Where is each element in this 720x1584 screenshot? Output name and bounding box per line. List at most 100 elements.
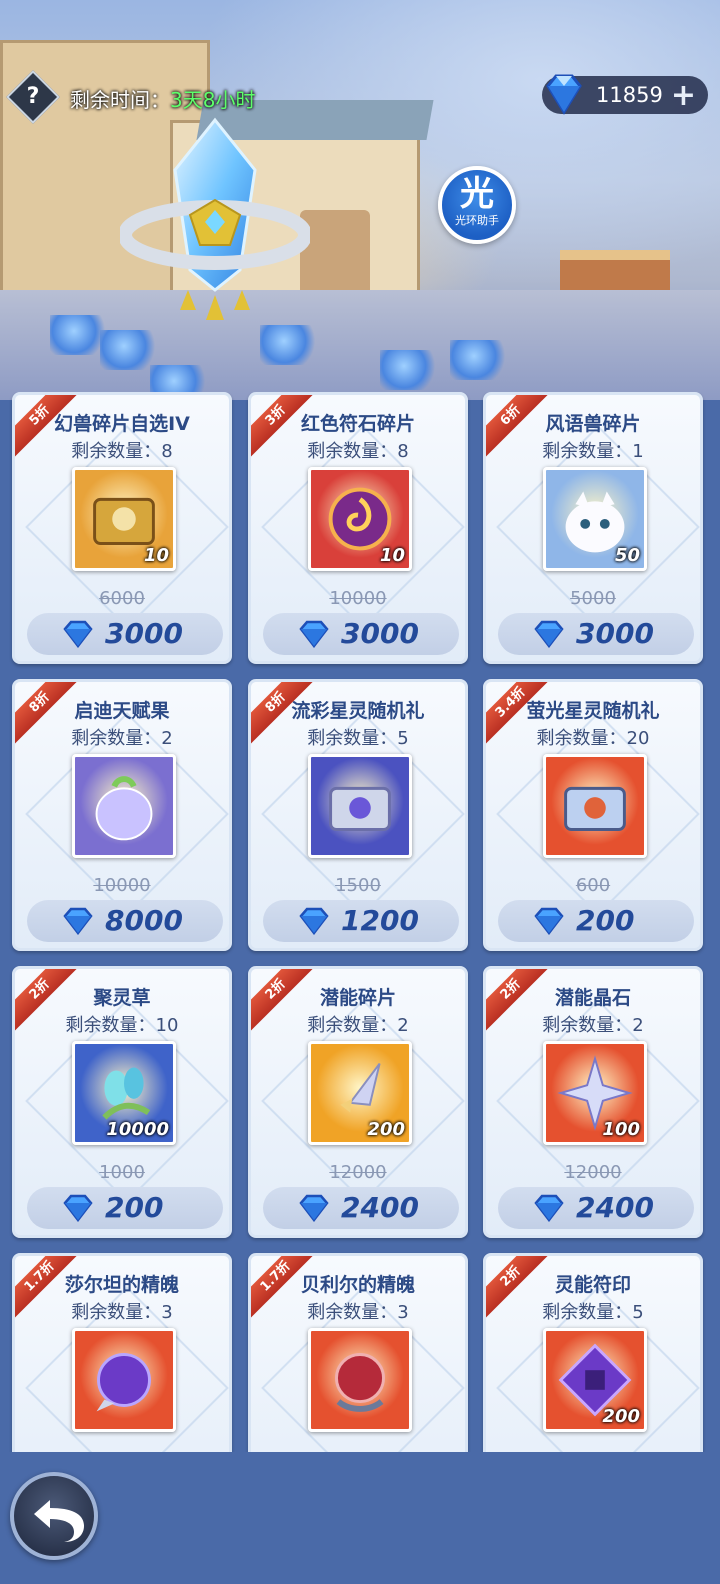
shop-item-card[interactable]: 1.7折 莎尔坦的精魄 剩余数量：3 xyxy=(12,1253,232,1452)
original-price: 12000 xyxy=(564,1162,622,1183)
silver-chest-icon[interactable] xyxy=(308,754,412,858)
diamond-icon xyxy=(299,620,329,648)
discount-price: 3000 xyxy=(105,617,183,650)
original-price: 6000 xyxy=(99,588,145,609)
shop-item-card[interactable]: 1.7折 贝利尔的精魄 剩余数量：3 xyxy=(248,1253,468,1452)
diamond-icon xyxy=(534,620,564,648)
shop-item-card[interactable]: 8折 流彩星灵随机礼 剩余数量：5 1500 1200 xyxy=(248,679,468,951)
item-quantity: 200 xyxy=(602,1406,640,1427)
gem-pile-icon xyxy=(260,325,320,365)
event-banner xyxy=(0,0,720,400)
remaining-quantity: 剩余数量：5 xyxy=(307,728,409,749)
shop-item-card[interactable]: 2折 潜能晶石 剩余数量：2 100 12000 2400 xyxy=(483,966,703,1238)
diamond-icon xyxy=(299,1194,329,1222)
gem-pile-icon xyxy=(380,350,440,390)
remaining-quantity: 剩余数量：8 xyxy=(71,441,173,462)
back-button[interactable] xyxy=(10,1472,98,1560)
purple-orb-icon xyxy=(96,1353,151,1412)
helper-glyph: 光 xyxy=(460,174,494,214)
remaining-quantity: 剩余数量：2 xyxy=(542,1015,644,1036)
buy-button[interactable]: 8000 xyxy=(27,900,223,942)
remaining-quantity: 剩余数量：3 xyxy=(71,1302,173,1323)
background-door xyxy=(300,210,370,300)
crystal-fruit-icon[interactable] xyxy=(72,754,176,858)
item-quantity: 10 xyxy=(379,545,405,566)
shop-item-grid: 5折 幻兽碎片自选IV 剩余数量：8 10 6000 3000 3折 红色符石碎片 剩余数量：8… xyxy=(0,392,720,1452)
item-quantity: 100 xyxy=(602,1119,640,1140)
diamond-icon xyxy=(299,907,329,935)
item-quantity: 50 xyxy=(614,545,640,566)
original-price: 10000 xyxy=(329,588,387,609)
shop-item-card[interactable]: 2折 灵能符印 剩余数量：5 200 xyxy=(483,1253,703,1452)
original-price: 600 xyxy=(575,875,611,896)
buy-button[interactable]: 3000 xyxy=(498,613,694,655)
discount-price: 2400 xyxy=(341,1191,419,1224)
shop-item-card[interactable]: 6折 风语兽碎片 剩余数量：1 50 5000 3000 xyxy=(483,392,703,664)
shop-item-card[interactable]: 3.4折 萤光星灵随机礼 剩余数量：20 600 200 xyxy=(483,679,703,951)
shop-item-card[interactable]: 2折 聚灵草 剩余数量：10 10000 1000 200 xyxy=(12,966,232,1238)
original-price: 1000 xyxy=(99,1162,145,1183)
remaining-quantity: 剩余数量：8 xyxy=(307,441,409,462)
remaining-quantity: 剩余数量：2 xyxy=(307,1015,409,1036)
silver-chest-icon xyxy=(329,786,391,831)
herb-icon[interactable]: 10000 xyxy=(72,1041,176,1145)
item-quantity: 10000 xyxy=(106,1119,169,1140)
discount-price: 8000 xyxy=(105,904,183,937)
red-orb-icon xyxy=(335,1353,385,1412)
crystal-crown-icon xyxy=(120,117,310,320)
shop-item-card[interactable]: 3折 红色符石碎片 剩余数量：8 10 10000 3000 xyxy=(248,392,468,664)
blue-chest-icon xyxy=(564,786,626,831)
shop-item-card[interactable]: 8折 启迪天赋果 剩余数量：2 10000 8000 xyxy=(12,679,232,951)
buy-button[interactable]: 3000 xyxy=(27,613,223,655)
remaining-quantity: 剩余数量：1 xyxy=(542,441,644,462)
original-price: 1500 xyxy=(335,875,381,896)
diamond-icon xyxy=(63,907,93,935)
white-cat-icon[interactable]: 50 xyxy=(543,467,647,571)
shop-item-card[interactable]: 5折 幻兽碎片自选IV 剩余数量：8 10 6000 3000 xyxy=(12,392,232,664)
shard-icon[interactable]: 200 xyxy=(308,1041,412,1145)
purple-seal-icon[interactable]: 200 xyxy=(543,1328,647,1432)
gem-pile-icon xyxy=(100,330,160,370)
discount-price: 200 xyxy=(576,904,635,937)
currency-amount: 11859 xyxy=(596,83,663,107)
diamond-icon xyxy=(63,1194,93,1222)
purple-orb-icon[interactable] xyxy=(72,1328,176,1432)
buy-button[interactable]: 200 xyxy=(27,1187,223,1229)
blue-chest-icon[interactable] xyxy=(543,754,647,858)
item-quantity: 10 xyxy=(143,545,169,566)
discount-price: 1200 xyxy=(341,904,419,937)
diamond-icon xyxy=(534,1194,564,1222)
red-rune-icon[interactable]: 10 xyxy=(308,467,412,571)
original-price: 5000 xyxy=(570,588,616,609)
discount-price: 3000 xyxy=(576,617,654,650)
treasure-chest-icon[interactable]: 10 xyxy=(72,467,176,571)
remaining-quantity: 剩余数量：10 xyxy=(65,1015,179,1036)
buy-button[interactable]: 3000 xyxy=(263,613,459,655)
gem-pile-icon xyxy=(450,340,510,380)
crystal-fruit-icon xyxy=(95,776,153,841)
halo-assistant-button[interactable]: 光 光环助手 xyxy=(438,166,516,244)
diamond-icon xyxy=(63,620,93,648)
remaining-quantity: 剩余数量：20 xyxy=(536,728,650,749)
question-icon: ? xyxy=(26,84,40,109)
buy-button[interactable]: 2400 xyxy=(263,1187,459,1229)
remaining-quantity: 剩余数量：2 xyxy=(71,728,173,749)
back-arrow-icon xyxy=(34,1500,84,1542)
discount-price: 2400 xyxy=(576,1191,654,1224)
discount-price: 200 xyxy=(105,1191,164,1224)
remaining-quantity: 剩余数量：5 xyxy=(542,1302,644,1323)
buy-button[interactable]: 1200 xyxy=(263,900,459,942)
plus-icon[interactable]: + xyxy=(671,78,696,113)
red-orb-icon[interactable] xyxy=(308,1328,412,1432)
diamond-icon xyxy=(546,74,582,115)
diamond-icon xyxy=(534,907,564,935)
currency-display: 11859 + xyxy=(542,74,708,115)
star-crystal-icon[interactable]: 100 xyxy=(543,1041,647,1145)
buy-button[interactable]: 2400 xyxy=(498,1187,694,1229)
timer-value: 3天8小时 xyxy=(170,88,256,112)
timer-label: 剩余时间： xyxy=(70,88,170,112)
shop-item-card[interactable]: 2折 潜能碎片 剩余数量：2 200 12000 2400 xyxy=(248,966,468,1238)
buy-button[interactable]: 200 xyxy=(498,900,694,942)
original-price: 12000 xyxy=(329,1162,387,1183)
discount-price: 3000 xyxy=(341,617,419,650)
